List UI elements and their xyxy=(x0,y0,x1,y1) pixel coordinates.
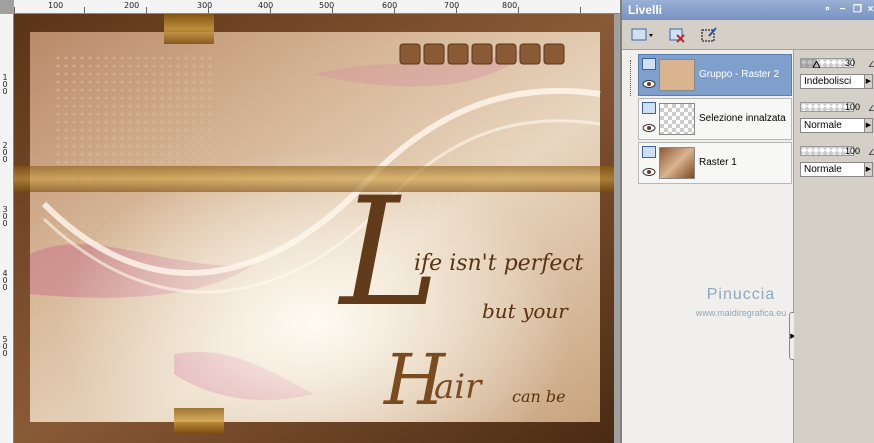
decor-square xyxy=(471,43,493,65)
layer-name: Gruppo - Raster 2 xyxy=(699,69,780,80)
decor-square xyxy=(423,43,445,65)
script-line-2: but your xyxy=(482,299,569,323)
layer-type-icon xyxy=(642,58,656,70)
ruler-tick xyxy=(146,7,147,13)
pin-icon[interactable]: ∘ xyxy=(822,4,833,15)
layer-row-raster-1[interactable]: Raster 1 xyxy=(638,142,792,184)
dropdown-arrow-icon[interactable]: ▶ xyxy=(864,162,873,177)
opacity-slider[interactable]: 30 xyxy=(800,58,856,68)
mask-button[interactable] xyxy=(698,25,720,45)
blend-mode-select[interactable]: Normale xyxy=(800,118,866,133)
ruler-tick xyxy=(332,7,333,13)
layer-name: Selezione innalzata xyxy=(699,113,786,124)
dropdown-arrow-icon[interactable]: ▶ xyxy=(864,74,873,89)
new-layer-icon xyxy=(631,28,653,41)
ruler-label: 300 xyxy=(197,1,213,10)
slider-marker-icon[interactable] xyxy=(813,61,821,68)
ruler-label: 300 xyxy=(2,205,8,228)
layer-props-2: 100 ∠ Normale ▶ xyxy=(798,146,874,188)
visibility-eye-icon[interactable] xyxy=(642,123,656,133)
new-layer-button[interactable] xyxy=(628,25,656,45)
decor-square xyxy=(447,43,469,65)
minimize-icon[interactable]: − xyxy=(837,4,848,15)
lock-icon[interactable]: ∠ xyxy=(868,148,874,157)
ruler-tick xyxy=(456,7,457,13)
script-line-1: ife isn't perfect xyxy=(414,251,584,276)
panel-titlebar[interactable]: Livelli ∘ − ❐ × xyxy=(622,0,874,20)
gold-band xyxy=(14,166,614,192)
layer-row-selezione-innalzata[interactable]: Selezione innalzata xyxy=(638,98,792,140)
group-connector xyxy=(630,60,631,96)
delete-layer-button[interactable] xyxy=(666,25,688,45)
gold-corner xyxy=(174,408,224,434)
layer-properties: 30 ∠ Indebolisci ▶ 100 ∠ Normale ▶ 100 ∠… xyxy=(794,50,874,443)
ruler-horizontal: 100 200 300 400 500 600 700 800 xyxy=(14,0,620,14)
opacity-value: 30 xyxy=(845,58,856,68)
ruler-tick xyxy=(14,7,15,13)
close-icon[interactable]: × xyxy=(865,4,874,15)
ruler-tick xyxy=(394,7,395,13)
layer-type-icon xyxy=(642,102,656,114)
ruler-label: 100 xyxy=(2,73,8,96)
ruler-tick xyxy=(270,7,271,13)
decor-squares xyxy=(399,43,565,65)
ruler-tick xyxy=(518,7,519,13)
ruler-tick xyxy=(580,7,581,13)
gold-corner xyxy=(164,14,214,44)
opacity-value: 100 xyxy=(845,102,861,112)
dropdown-arrow-icon[interactable]: ▶ xyxy=(864,118,873,133)
ruler-label: 200 xyxy=(2,141,8,164)
ruler-label: 800 xyxy=(502,1,518,10)
layer-thumbnail xyxy=(659,103,695,135)
panel-title: Livelli xyxy=(628,3,663,17)
ruler-vertical: 100 200 300 400 500 xyxy=(0,14,14,443)
opacity-slider[interactable]: 100 xyxy=(800,102,860,112)
ruler-tick xyxy=(84,7,85,13)
watermark-name: Pinuccia xyxy=(706,286,776,303)
panel-toolbar xyxy=(622,20,874,50)
artwork-svg: L ife isn't perfect but your H air can b… xyxy=(14,14,614,443)
layer-type-icon xyxy=(642,146,656,158)
ruler-label: 100 xyxy=(48,1,64,10)
layers-panel: Livelli ∘ − ❐ × Gruppo - Raster 2 Selezi… xyxy=(620,0,874,443)
layer-props-0: 30 ∠ Indebolisci ▶ xyxy=(798,58,874,100)
ruler-tick xyxy=(208,7,209,13)
layer-thumbnail xyxy=(659,59,695,91)
decor-square xyxy=(543,43,565,65)
mask-icon xyxy=(701,27,717,42)
layer-row-gruppo-raster-2[interactable]: Gruppo - Raster 2 xyxy=(638,54,792,96)
lock-icon[interactable]: ∠ xyxy=(868,104,874,113)
restore-icon[interactable]: ❐ xyxy=(852,4,863,15)
visibility-eye-icon[interactable] xyxy=(642,79,656,89)
ruler-label: 500 xyxy=(2,335,8,358)
watermark-url: www.maidiregrafica.eu xyxy=(695,308,787,318)
blend-mode-select[interactable]: Normale xyxy=(800,162,866,177)
layer-name: Raster 1 xyxy=(699,157,737,168)
decor-square xyxy=(399,43,421,65)
opacity-slider[interactable]: 100 xyxy=(800,146,860,156)
artwork-image[interactable]: L ife isn't perfect but your H air can b… xyxy=(14,14,614,443)
layer-list: Gruppo - Raster 2 Selezione innalzata Ra… xyxy=(622,50,797,443)
ruler-label: 200 xyxy=(124,1,140,10)
decor-square xyxy=(519,43,541,65)
canvas-area[interactable]: 100 200 300 400 500 600 700 800 100 200 … xyxy=(0,0,620,443)
blend-mode-select[interactable]: Indebolisci xyxy=(800,74,866,89)
script-line-4: can be xyxy=(512,387,566,406)
lock-icon[interactable]: ∠ xyxy=(868,60,874,69)
layer-props-1: 100 ∠ Normale ▶ xyxy=(798,102,874,144)
ruler-label: 400 xyxy=(2,269,8,292)
script-line-3: air xyxy=(434,367,483,407)
decor-square xyxy=(495,43,517,65)
layer-thumbnail xyxy=(659,147,695,179)
opacity-value: 100 xyxy=(845,146,861,156)
delete-layer-icon xyxy=(669,28,685,43)
visibility-eye-icon[interactable] xyxy=(642,167,656,177)
